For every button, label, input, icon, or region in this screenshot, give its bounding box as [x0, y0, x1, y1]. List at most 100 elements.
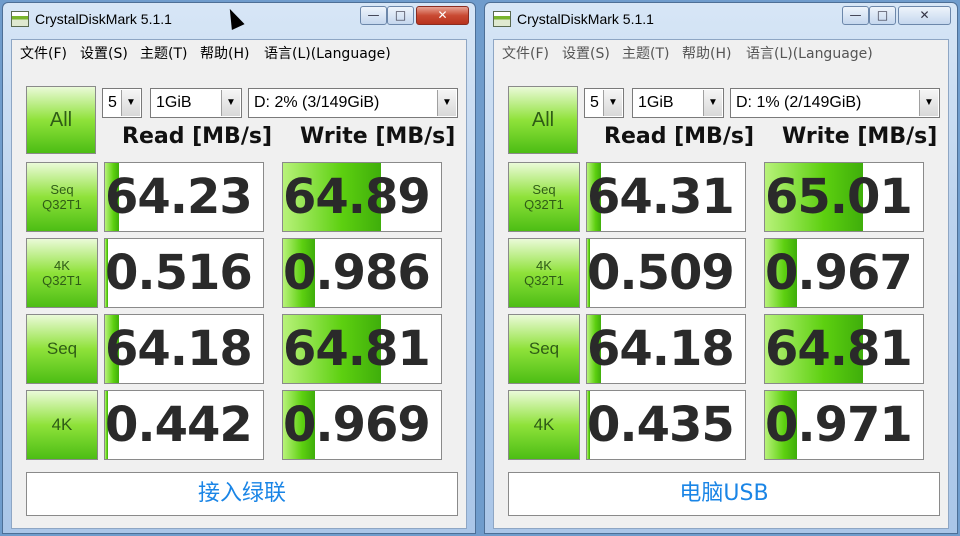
result-value: 0.442 — [105, 397, 253, 453]
menu-help[interactable]: 帮助(H) — [200, 43, 249, 63]
4k-q32t1-write-result: 0.986 — [282, 238, 442, 308]
4k-write-result: 0.969 — [282, 390, 442, 460]
crystaldiskmark-app-icon — [11, 11, 29, 27]
result-value: 64.23 — [105, 169, 253, 225]
menu-bar: 文件(F) 设置(S) 主题(T) 帮助(H) 语言(L)(Language) — [12, 40, 466, 62]
seq-q32t1-write-result: 64.89 — [282, 162, 442, 232]
4k-q32t1-button[interactable]: 4K Q32T1 — [26, 238, 98, 308]
dropdown-arrow-icon[interactable]: ▼ — [221, 90, 240, 116]
seq-read-result: 64.18 — [586, 314, 746, 384]
4k-q32t1-write-result: 0.967 — [764, 238, 924, 308]
row-label-line1: Seq — [528, 339, 560, 358]
seq-button[interactable]: Seq — [26, 314, 98, 384]
dropdown-arrow-icon[interactable]: ▼ — [437, 90, 456, 116]
close-button[interactable]: ✕ — [416, 6, 469, 25]
menu-file[interactable]: 文件(F) — [502, 43, 549, 63]
title-bar[interactable]: CrystalDiskMark 5.1.1 — □ ✕ — [485, 3, 957, 35]
dropdown-arrow-icon[interactable]: ▼ — [703, 90, 722, 116]
result-value: 64.81 — [765, 321, 913, 377]
test-count-value: 5 — [590, 94, 599, 111]
close-button[interactable]: ✕ — [898, 6, 951, 25]
seq-read-result: 64.18 — [104, 314, 264, 384]
menu-theme[interactable]: 主题(T) — [140, 43, 187, 63]
drive-select[interactable]: D: 1% (2/149GiB) ▼ — [730, 88, 940, 118]
result-value: 65.01 — [765, 169, 913, 225]
seq-write-result: 64.81 — [764, 314, 924, 384]
seq-q32t1-button[interactable]: Seq Q32T1 — [508, 162, 580, 232]
drive-value: D: 1% (2/149GiB) — [736, 94, 862, 111]
result-value: 0.971 — [765, 397, 913, 453]
menu-file[interactable]: 文件(F) — [20, 43, 67, 63]
comment-field[interactable]: 接入绿联 — [26, 472, 458, 516]
result-value: 64.81 — [283, 321, 431, 377]
row-label-line1: Seq — [532, 182, 556, 197]
seq-write-result: 64.81 — [282, 314, 442, 384]
row-label-line1: Seq — [50, 182, 74, 197]
seq-q32t1-read-result: 64.23 — [104, 162, 264, 232]
row-label-line1: 4K — [536, 258, 552, 273]
menu-theme[interactable]: 主题(T) — [622, 43, 669, 63]
seq-q32t1-button[interactable]: Seq Q32T1 — [26, 162, 98, 232]
row-label-line1: Seq — [46, 339, 78, 358]
maximize-button[interactable]: □ — [869, 6, 896, 25]
4k-read-result: 0.435 — [586, 390, 746, 460]
dropdown-arrow-icon[interactable]: ▼ — [603, 90, 622, 116]
4k-q32t1-read-result: 0.516 — [104, 238, 264, 308]
window-title: CrystalDiskMark 5.1.1 — [35, 11, 172, 27]
read-header: Read [MB/s] — [604, 124, 755, 149]
minimize-button[interactable]: — — [360, 6, 387, 25]
result-value: 64.31 — [587, 169, 735, 225]
maximize-button[interactable]: □ — [387, 6, 414, 25]
result-value: 0.435 — [587, 397, 735, 453]
result-value: 64.18 — [587, 321, 735, 377]
drive-value: D: 2% (3/149GiB) — [254, 94, 380, 111]
result-value: 0.967 — [765, 245, 913, 301]
menu-language[interactable]: 语言(L)(Language) — [264, 43, 391, 63]
client-area: 文件(F) 设置(S) 主题(T) 帮助(H) 语言(L)(Language) … — [11, 39, 467, 529]
seq-q32t1-write-result: 65.01 — [764, 162, 924, 232]
dropdown-arrow-icon[interactable]: ▼ — [919, 90, 938, 116]
test-size-select[interactable]: 1GiB ▼ — [632, 88, 724, 118]
comment-field[interactable]: 电脑USB — [508, 472, 940, 516]
menu-help[interactable]: 帮助(H) — [682, 43, 731, 63]
4k-button[interactable]: 4K — [508, 390, 580, 460]
menu-bar: 文件(F) 设置(S) 主题(T) 帮助(H) 语言(L)(Language) — [494, 40, 948, 62]
result-value: 64.89 — [283, 169, 431, 225]
seq-button[interactable]: Seq — [508, 314, 580, 384]
write-header: Write [MB/s] — [300, 124, 456, 149]
write-header: Write [MB/s] — [782, 124, 938, 149]
minimize-button[interactable]: — — [842, 6, 869, 25]
menu-settings[interactable]: 设置(S) — [80, 43, 128, 63]
menu-settings[interactable]: 设置(S) — [562, 43, 610, 63]
result-value: 0.516 — [105, 245, 253, 301]
4k-q32t1-read-result: 0.509 — [586, 238, 746, 308]
result-value: 0.969 — [283, 397, 431, 453]
row-label-line2: Q32T1 — [524, 197, 564, 212]
row-label-line1: 4K — [54, 258, 70, 273]
test-count-value: 5 — [108, 94, 117, 111]
row-label-line2: Q32T1 — [524, 273, 564, 288]
run-all-button[interactable]: All — [26, 86, 96, 154]
result-value: 0.509 — [587, 245, 735, 301]
4k-q32t1-button[interactable]: 4K Q32T1 — [508, 238, 580, 308]
4k-read-result: 0.442 — [104, 390, 264, 460]
crystaldiskmark-app-icon — [493, 11, 511, 27]
dropdown-arrow-icon[interactable]: ▼ — [121, 90, 140, 116]
read-header: Read [MB/s] — [122, 124, 273, 149]
row-label-line2: Q32T1 — [42, 273, 82, 288]
test-count-select[interactable]: 5 ▼ — [584, 88, 624, 118]
result-value: 0.986 — [283, 245, 431, 301]
row-label-line1: 4K — [51, 415, 73, 434]
4k-button[interactable]: 4K — [26, 390, 98, 460]
test-size-select[interactable]: 1GiB ▼ — [150, 88, 242, 118]
client-area: 文件(F) 设置(S) 主题(T) 帮助(H) 语言(L)(Language) … — [493, 39, 949, 529]
crystaldiskmark-window-left: CrystalDiskMark 5.1.1 — □ ✕ 文件(F) 设置(S) … — [2, 2, 476, 534]
test-size-value: 1GiB — [638, 94, 674, 111]
drive-select[interactable]: D: 2% (3/149GiB) ▼ — [248, 88, 458, 118]
seq-q32t1-read-result: 64.31 — [586, 162, 746, 232]
menu-language[interactable]: 语言(L)(Language) — [746, 43, 873, 63]
run-all-button[interactable]: All — [508, 86, 578, 154]
row-label-line2: Q32T1 — [42, 197, 82, 212]
test-count-select[interactable]: 5 ▼ — [102, 88, 142, 118]
4k-write-result: 0.971 — [764, 390, 924, 460]
